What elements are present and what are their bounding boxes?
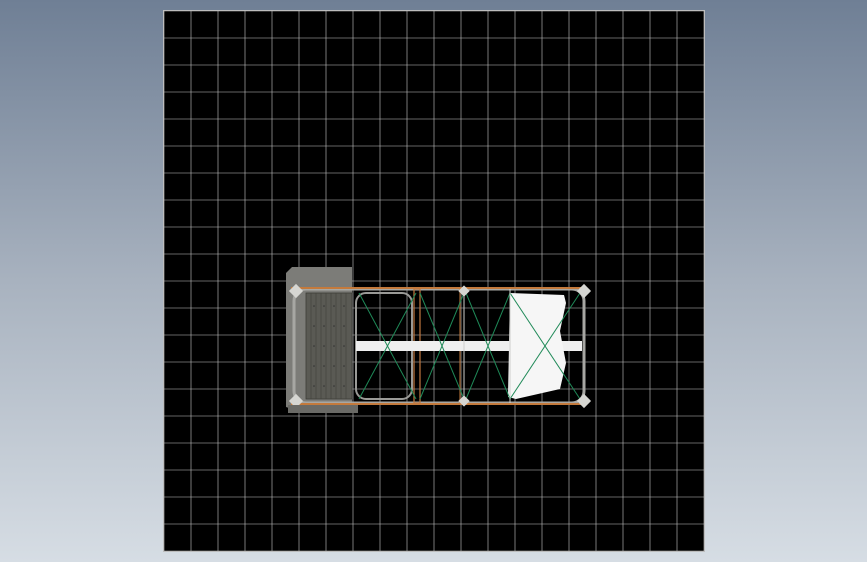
corner-fastener bbox=[577, 394, 591, 408]
floor-shadow bbox=[288, 405, 358, 413]
left-hatched-block bbox=[306, 293, 352, 399]
right-white-panel bbox=[508, 293, 566, 399]
cad-viewport[interactable] bbox=[0, 0, 867, 562]
corner-fastener bbox=[577, 284, 591, 298]
frame-outer-highlight-top bbox=[291, 287, 587, 289]
grid bbox=[164, 11, 704, 551]
frame-outer-highlight-bot bbox=[291, 403, 587, 405]
model-top-view bbox=[286, 267, 591, 413]
drawing-canvas[interactable] bbox=[163, 10, 705, 552]
canvas-svg bbox=[164, 11, 704, 551]
